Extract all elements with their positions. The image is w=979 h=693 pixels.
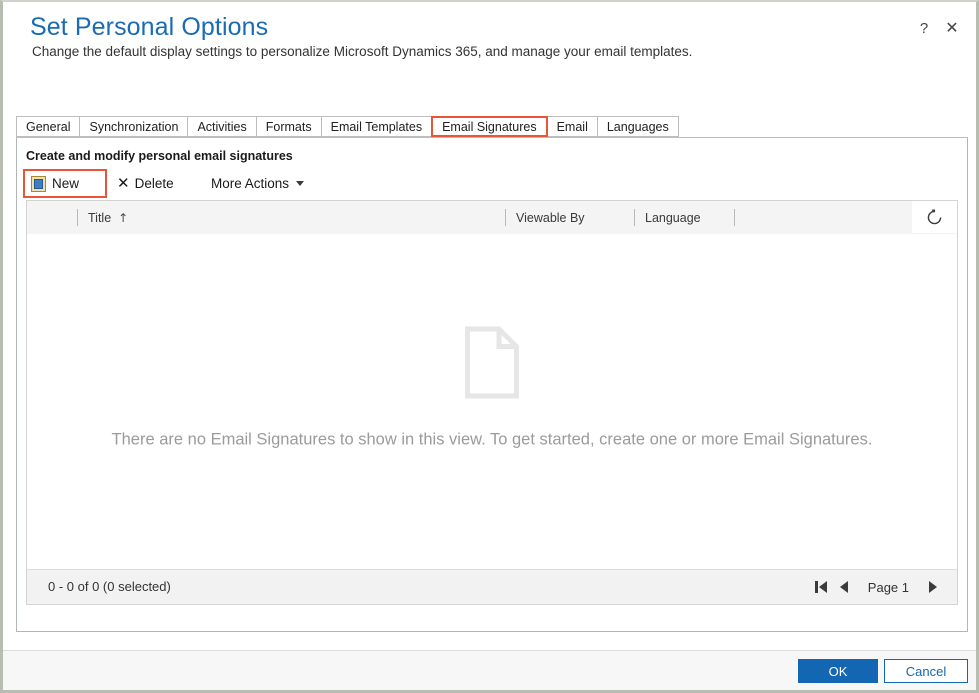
previous-page-triangle [839, 581, 848, 593]
tab-strip: General Synchronization Activities Formats E… [16, 116, 968, 138]
empty-document-icon [465, 326, 519, 399]
page-label: Page 1 [867, 579, 909, 595]
chevron-down-icon [296, 181, 305, 186]
page-subtitle: Change the default display settings to p… [32, 44, 693, 59]
delete-button-label: Delete [134, 176, 174, 191]
sort-ascending-icon: ↑ [118, 210, 129, 225]
pagination: Page 1 [810, 570, 945, 604]
previous-page-icon[interactable] [832, 574, 856, 600]
first-page-icon[interactable] [810, 574, 832, 600]
panel-heading: Create and modify personal email signatu… [26, 149, 293, 163]
tab-activities[interactable]: Activities [187, 116, 257, 137]
dialog-footer: OK Cancel [3, 650, 976, 690]
more-actions-button[interactable]: More Actions [207, 169, 305, 198]
first-page-triangle [818, 581, 827, 593]
record-count: 0 - 0 of 0 (0 selected) [48, 579, 171, 594]
column-header-title[interactable]: Title ↑ [77, 201, 128, 234]
column-header-language[interactable]: Language [634, 201, 701, 234]
first-page-bar [815, 581, 818, 593]
refresh-icon[interactable] [912, 201, 957, 233]
column-header-spacer [734, 201, 744, 234]
next-page-triangle [929, 581, 937, 593]
empty-state-message: There are no Email Signatures to show in… [111, 430, 873, 449]
close-icon[interactable]: ✕ [942, 19, 962, 39]
set-personal-options-dialog: Set Personal Options Change the default … [0, 0, 979, 693]
empty-state: There are no Email Signatures to show in… [27, 326, 957, 450]
column-header-language-label: Language [645, 210, 701, 225]
more-actions-label: More Actions [211, 176, 290, 191]
email-signatures-grid: Title ↑ Viewable By Language There are n… [26, 200, 958, 605]
next-page-icon[interactable] [921, 574, 945, 600]
grid-body: There are no Email Signatures to show in… [27, 234, 957, 570]
ok-button[interactable]: OK [798, 659, 878, 683]
email-signatures-panel: Create and modify personal email signatu… [16, 138, 968, 632]
tab-email[interactable]: Email [546, 116, 598, 137]
new-button[interactable]: New [23, 169, 107, 198]
cancel-button[interactable]: Cancel [884, 659, 968, 683]
grid-header-row: Title ↑ Viewable By Language [27, 201, 957, 235]
delete-button[interactable]: ✕ Delete [113, 169, 174, 198]
tab-synchronization[interactable]: Synchronization [79, 116, 189, 137]
column-header-title-label: Title [88, 210, 112, 225]
page-title: Set Personal Options [30, 13, 269, 41]
tab-languages[interactable]: Languages [596, 116, 679, 137]
command-bar: New ✕ Delete More Actions [17, 169, 967, 224]
dialog-header: Set Personal Options Change the default … [3, 2, 976, 100]
tab-formats[interactable]: Formats [255, 116, 322, 137]
new-button-label: New [52, 176, 80, 191]
close-x-icon: ✕ [117, 174, 130, 192]
column-header-viewable-by[interactable]: Viewable By [505, 201, 585, 234]
column-header-viewable-by-label: Viewable By [516, 210, 585, 225]
grid-footer: 0 - 0 of 0 (0 selected) Page 1 [27, 569, 957, 604]
tab-email-templates[interactable]: Email Templates [320, 116, 433, 137]
tab-general[interactable]: General [16, 116, 81, 137]
help-icon[interactable]: ? [914, 19, 934, 39]
dialog-body: Set Personal Options Change the default … [3, 2, 976, 690]
tab-email-signatures[interactable]: Email Signatures [431, 116, 548, 137]
new-document-icon [31, 175, 46, 192]
